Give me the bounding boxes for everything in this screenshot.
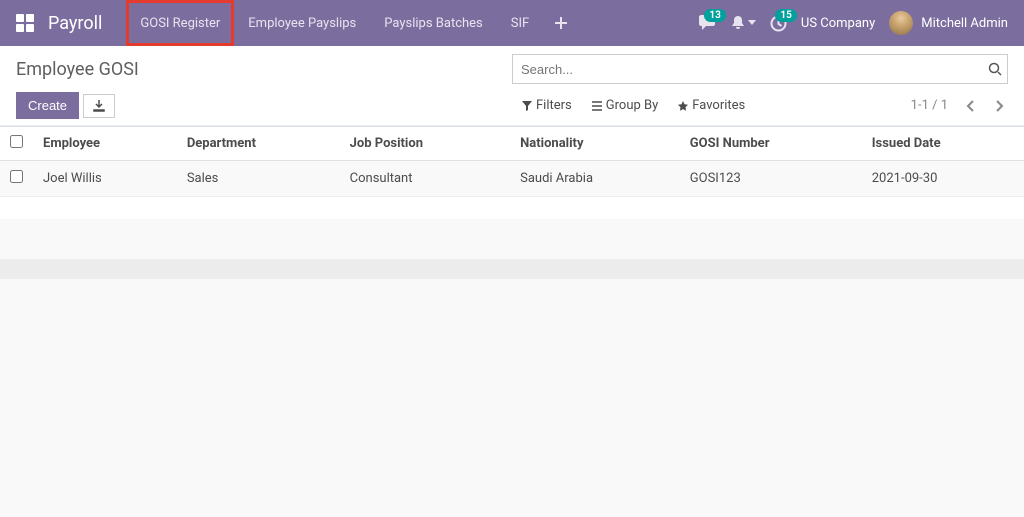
user-name: Mitchell Admin [921,16,1008,31]
col-header-issued-date[interactable]: Issued Date [862,127,1024,161]
star-icon [678,101,688,111]
cell-nationality: Saudi Arabia [510,161,680,197]
favorites-button[interactable]: Favorites [668,94,755,117]
control-panel: Employee GOSI Create Filters [0,46,1024,126]
top-navbar: Payroll GOSI Register Employee Payslips … [0,0,1024,46]
row-select-cell [0,161,33,197]
select-all-checkbox[interactable] [10,135,23,148]
create-button[interactable]: Create [16,92,79,119]
col-header-gosi-number[interactable]: GOSI Number [680,127,862,161]
nav-item-employee-payslips[interactable]: Employee Payslips [234,0,370,46]
row-checkbox[interactable] [10,170,23,183]
cell-job-position: Consultant [340,161,510,197]
filter-bar: Filters Group By Favorites [512,94,755,117]
col-header-nationality[interactable]: Nationality [510,127,680,161]
notifications-icon[interactable] [730,15,756,31]
download-button[interactable] [83,94,115,118]
activities-badge: 15 [775,9,796,22]
col-header-employee[interactable]: Employee [33,127,177,161]
table-footer-row [0,197,1024,219]
apps-icon[interactable] [16,14,34,32]
select-all-cell [0,127,33,161]
pager: 1-1 / 1 [911,98,1008,113]
app-title: Payroll [48,13,102,34]
nav-right: 13 15 US Company Mitchell Admin [698,11,1008,35]
bottom-spacer [0,259,1024,279]
list-icon [592,101,602,111]
pager-next-icon[interactable] [992,100,1008,112]
nav-item-label: SIF [511,16,529,31]
activities-icon[interactable]: 15 [770,15,787,32]
search-wrap [512,54,1008,84]
nav-add-menu-icon[interactable] [543,0,579,46]
cell-employee: Joel Willis [33,161,177,197]
page-title: Employee GOSI [16,59,139,80]
filters-label: Filters [536,98,572,113]
nav-item-gosi-register[interactable]: GOSI Register [126,0,234,46]
filters-button[interactable]: Filters [512,94,582,117]
nav-item-label: Payslips Batches [384,16,483,31]
data-table: Employee Department Job Position Nationa… [0,126,1024,219]
nav-menu: GOSI Register Employee Payslips Payslips… [126,0,579,46]
nav-item-label: GOSI Register [140,16,220,31]
search-input[interactable] [512,54,1008,84]
favorites-label: Favorites [692,98,745,113]
pager-text: 1-1 / 1 [911,98,948,113]
company-switcher[interactable]: US Company [801,16,875,31]
nav-item-label: Employee Payslips [248,16,356,31]
funnel-icon [522,101,532,111]
col-header-department[interactable]: Department [177,127,340,161]
table-header-row: Employee Department Job Position Nationa… [0,127,1024,161]
group-by-button[interactable]: Group By [582,94,669,117]
nav-left: Payroll GOSI Register Employee Payslips … [16,0,579,46]
group-by-label: Group By [606,98,659,113]
search-icon[interactable] [988,62,1002,76]
pager-prev-icon[interactable] [962,100,978,112]
messages-badge: 13 [704,9,725,22]
cell-gosi-number: GOSI123 [680,161,862,197]
messages-icon[interactable]: 13 [698,15,716,31]
cell-department: Sales [177,161,340,197]
nav-item-payslips-batches[interactable]: Payslips Batches [370,0,497,46]
user-menu[interactable]: Mitchell Admin [889,11,1008,35]
table-row[interactable]: Joel Willis Sales Consultant Saudi Arabi… [0,161,1024,197]
col-header-job-position[interactable]: Job Position [340,127,510,161]
download-icon [93,100,105,112]
cell-issued-date: 2021-09-30 [862,161,1024,197]
avatar [889,11,913,35]
nav-item-sif[interactable]: SIF [497,0,543,46]
